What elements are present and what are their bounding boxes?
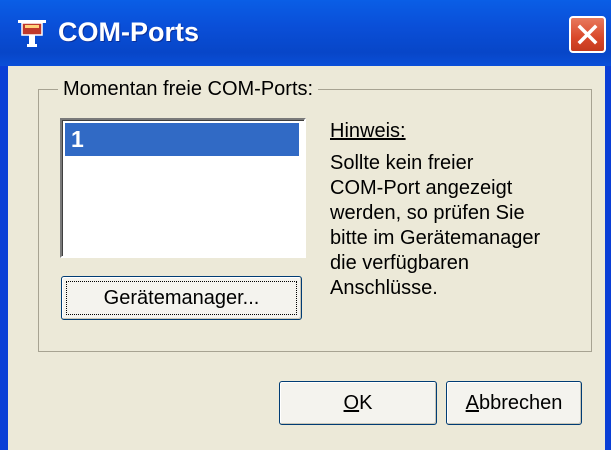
com-port-list[interactable]: 1 bbox=[60, 118, 306, 258]
device-manager-label: Gerätemanager... bbox=[103, 286, 260, 309]
com-ports-dialog: COM-Ports Momentan freie COM-Ports: 1 Ge… bbox=[0, 0, 611, 450]
cancel-label: Abbrechen bbox=[465, 391, 563, 414]
close-icon bbox=[577, 24, 598, 45]
title-bar[interactable]: COM-Ports bbox=[0, 0, 611, 66]
dialog-body: Momentan freie COM-Ports: 1 Gerätemanage… bbox=[8, 66, 605, 450]
cancel-button[interactable]: Abbrechen bbox=[446, 381, 582, 425]
serial-port-icon bbox=[14, 16, 50, 52]
close-button[interactable] bbox=[569, 16, 606, 53]
ok-label: OK bbox=[343, 391, 373, 414]
device-manager-button[interactable]: Gerätemanager... bbox=[61, 276, 302, 320]
window-title: COM-Ports bbox=[58, 17, 199, 47]
hint-text: Sollte kein freier COM-Port angezeigt we… bbox=[330, 152, 541, 299]
ok-button[interactable]: OK bbox=[279, 381, 437, 425]
groupbox-label: Momentan freie COM-Ports: bbox=[58, 77, 319, 101]
list-item[interactable]: 1 bbox=[65, 123, 299, 156]
hint-title: Hinweis: bbox=[330, 120, 406, 142]
